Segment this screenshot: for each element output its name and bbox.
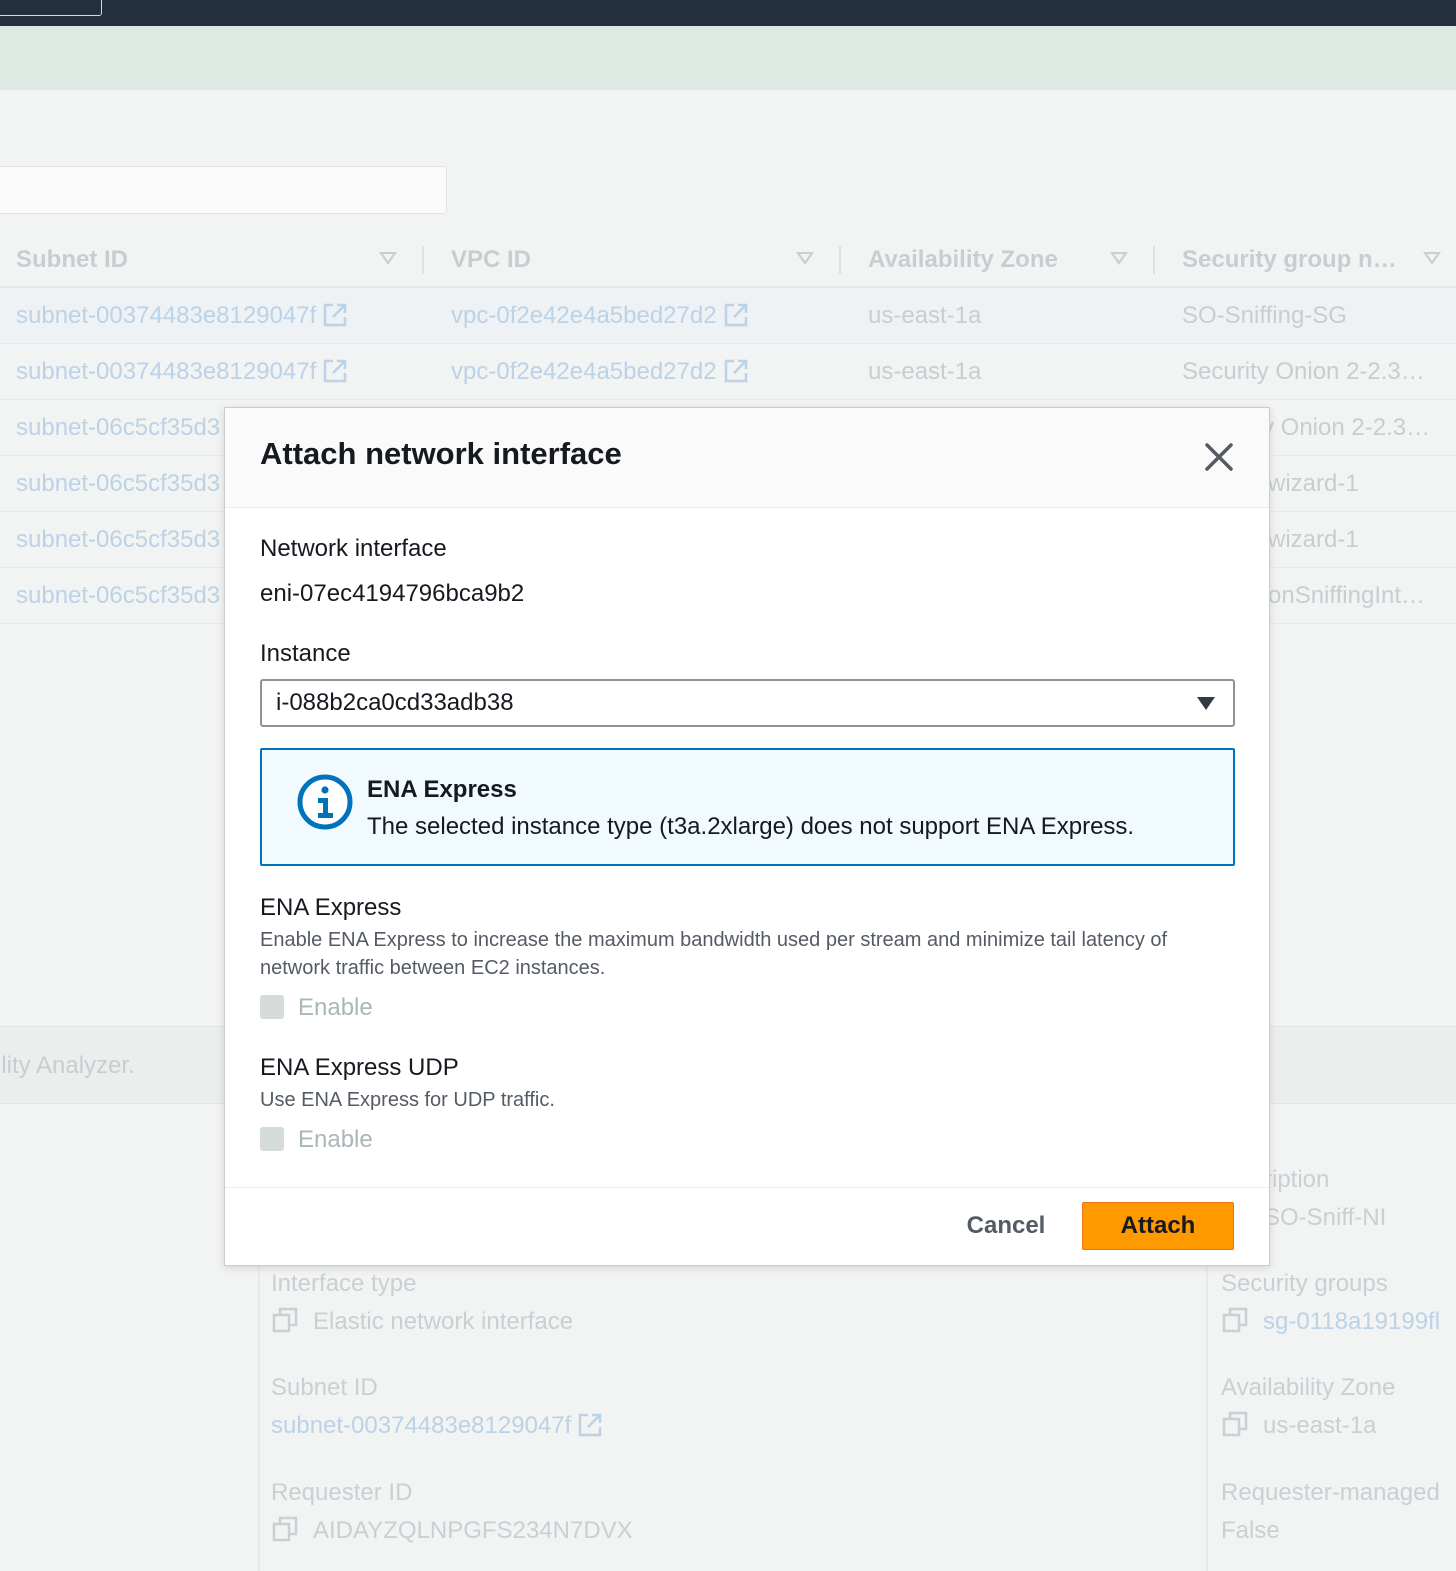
security-group-cell: SO-Sniffing-SG — [1182, 302, 1347, 329]
subnet-link[interactable]: subnet-06c5cf35d3 — [16, 512, 220, 568]
detail-availability-zone: Availability Zone us-east-1a — [1221, 1374, 1395, 1440]
detail-label: Requester-managed — [1221, 1479, 1440, 1506]
top-bar-button[interactable] — [0, 0, 102, 16]
vpc-link[interactable]: vpc-0f2e42e4a5bed27d2 — [451, 344, 749, 400]
external-link-icon — [579, 1413, 602, 1436]
modal-title: Attach network interface — [260, 436, 622, 471]
column-header-availability-zone[interactable]: Availability Zone — [868, 232, 1058, 288]
detail-subnet-id: Subnet ID subnet-00374483e8129047f — [271, 1374, 603, 1440]
detail-value: Elastic network interface — [271, 1306, 573, 1336]
detail-value: False — [1221, 1517, 1280, 1544]
security-group-cell: wizard-1 — [1268, 470, 1359, 497]
column-header-subnet-id[interactable]: Subnet ID — [16, 232, 128, 288]
detail-label: Availability Zone — [1221, 1374, 1396, 1401]
attach-network-interface-modal: Attach network interface Network interfa… — [224, 407, 1270, 1266]
detail-description: ription SO-Sniff-NI — [1264, 1166, 1386, 1232]
security-group-cell: onSniffingInt… — [1268, 582, 1425, 609]
table-header: Subnet ID VPC ID Availability Zone Secur… — [0, 232, 1456, 288]
sort-caret-icon[interactable] — [1423, 252, 1441, 265]
network-interface-label: Network interface — [260, 535, 447, 562]
sort-caret-icon[interactable] — [379, 252, 397, 265]
availability-zone-cell: us-east-1a — [868, 302, 982, 329]
ena-express-udp-checkbox-label: Enable — [298, 1126, 373, 1153]
subnet-link[interactable]: subnet-06c5cf35d3 — [16, 568, 220, 624]
security-group-cell: y Onion 2-2.3… — [1262, 414, 1431, 441]
security-group-cell: Security Onion 2-2.3… — [1182, 358, 1425, 385]
subnet-link[interactable]: subnet-00374483e8129047f — [271, 1412, 603, 1440]
detail-security-groups: Security groups sg-0118a19199fl — [1221, 1270, 1440, 1336]
attach-button[interactable]: Attach — [1082, 1202, 1234, 1250]
console-top-bar — [0, 0, 1456, 26]
ena-express-description: Enable ENA Express to increase the maxim… — [260, 929, 1168, 979]
ena-express-udp-description: Use ENA Express for UDP traffic. — [260, 1089, 555, 1111]
vpc-link[interactable]: vpc-0f2e42e4a5bed27d2 — [451, 288, 749, 344]
security-group-cell: wizard-1 — [1268, 526, 1359, 553]
column-divider — [1153, 246, 1155, 274]
subnet-link[interactable]: subnet-06c5cf35d3 — [16, 400, 220, 456]
ena-express-checkbox[interactable] — [260, 995, 284, 1019]
detail-label: Subnet ID — [271, 1374, 378, 1401]
external-link-icon — [724, 303, 747, 326]
security-group-link[interactable]: sg-0118a19199fl — [1221, 1306, 1440, 1336]
caret-down-icon — [1197, 697, 1215, 710]
ena-express-udp-label: ENA Express UDP — [260, 1054, 459, 1081]
copy-icon[interactable] — [1221, 1306, 1249, 1334]
detail-label: Interface type — [271, 1270, 417, 1297]
modal-footer: Cancel Attach — [225, 1187, 1269, 1267]
detail-label: Requester ID — [271, 1479, 413, 1506]
column-divider — [422, 246, 424, 274]
alert-text: The selected instance type (t3a.2xlarge)… — [367, 813, 1135, 840]
instance-select-value: i-088b2ca0cd33adb38 — [276, 689, 514, 716]
external-link-icon — [324, 303, 347, 326]
network-interface-value: eni-07ec4194796bca9b2 — [260, 580, 525, 607]
close-button[interactable] — [1201, 439, 1237, 475]
external-link-icon — [724, 359, 747, 382]
detail-value: us-east-1a — [1221, 1410, 1395, 1440]
detail-panel-divider — [1206, 1266, 1208, 1571]
detail-requester-managed: Requester-managed False — [1221, 1479, 1440, 1545]
sort-caret-icon[interactable] — [796, 252, 814, 265]
subnet-link[interactable]: subnet-06c5cf35d3 — [16, 456, 220, 512]
band-text: ility Analyzer. — [0, 1052, 135, 1079]
ena-express-udp-checkbox[interactable] — [260, 1127, 284, 1151]
detail-panel-divider — [258, 1266, 260, 1571]
external-link-icon — [324, 359, 347, 382]
modal-header: Attach network interface — [225, 408, 1269, 508]
ena-express-label: ENA Express — [260, 894, 402, 921]
copy-icon[interactable] — [271, 1306, 299, 1334]
close-icon — [1205, 443, 1233, 471]
instance-label: Instance — [260, 640, 351, 667]
filter-search-input[interactable] — [0, 166, 447, 214]
info-icon — [297, 774, 353, 830]
detail-interface-type: Interface type Elastic network interface — [271, 1270, 573, 1336]
instance-select[interactable]: i-088b2ca0cd33adb38 — [260, 679, 1235, 727]
column-divider — [839, 246, 841, 274]
table-row[interactable]: subnet-00374483e8129047f vpc-0f2e42e4a5b… — [0, 288, 1456, 344]
column-header-security-group-name[interactable]: Security group n… — [1182, 232, 1397, 288]
availability-zone-cell: us-east-1a — [868, 358, 982, 385]
detail-label: Security groups — [1221, 1270, 1388, 1297]
subnet-link[interactable]: subnet-00374483e8129047f — [16, 344, 348, 400]
notification-banner — [0, 26, 1456, 90]
sort-caret-icon[interactable] — [1110, 252, 1128, 265]
detail-requester-id: Requester ID AIDAYZQLNPGFS234N7DVX — [271, 1479, 633, 1545]
copy-icon[interactable] — [1221, 1410, 1249, 1438]
subnet-link[interactable]: subnet-00374483e8129047f — [16, 288, 348, 344]
cancel-button[interactable]: Cancel — [947, 1202, 1065, 1250]
copy-icon[interactable] — [271, 1515, 299, 1543]
detail-value: SO-Sniff-NI — [1264, 1204, 1387, 1231]
table-row[interactable]: subnet-00374483e8129047f vpc-0f2e42e4a5b… — [0, 344, 1456, 400]
ena-express-checkbox-label: Enable — [298, 994, 373, 1021]
detail-value: AIDAYZQLNPGFS234N7DVX — [271, 1515, 633, 1545]
alert-title: ENA Express — [367, 776, 517, 803]
column-header-vpc-id[interactable]: VPC ID — [451, 232, 531, 288]
detail-label: ription — [1264, 1166, 1330, 1193]
ena-express-info-alert: ENA Express The selected instance type (… — [260, 748, 1235, 866]
